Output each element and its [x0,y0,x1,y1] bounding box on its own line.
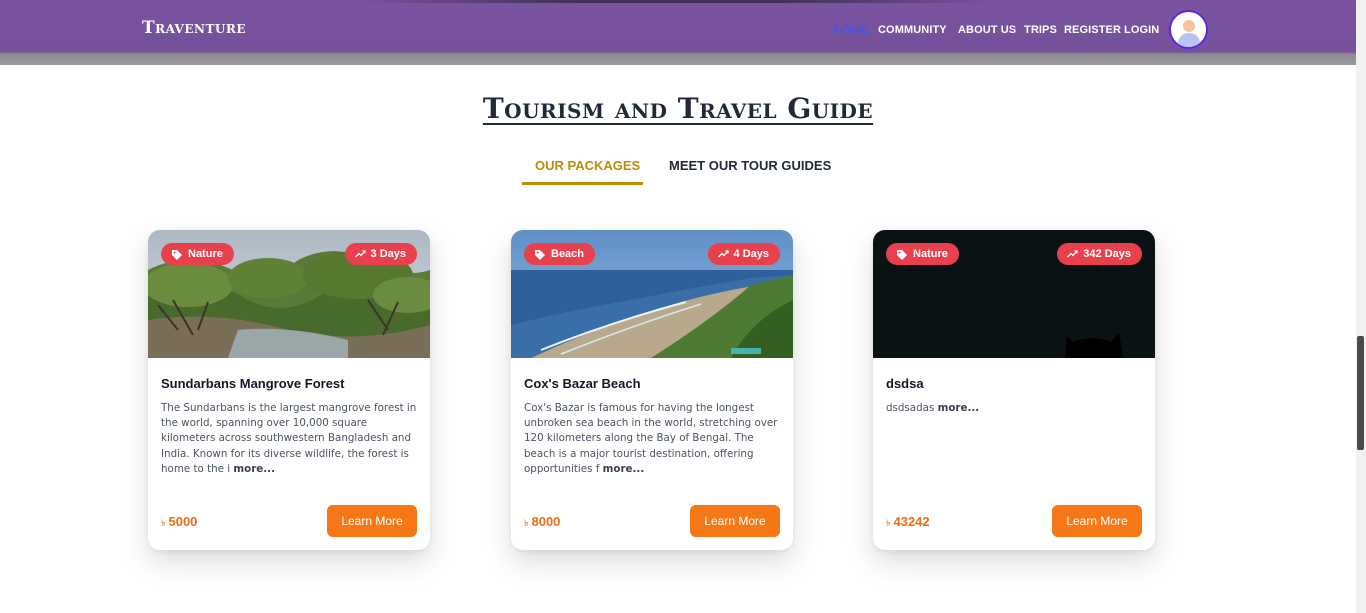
price-value: 8000 [531,514,561,529]
nav-link-register[interactable]: REGISTER [1064,24,1121,36]
package-description-text: dsdsadas [886,402,935,414]
package-price: ৳ 5000 [161,514,197,531]
tag-icon [535,250,545,260]
package-title[interactable]: Cox's Bazar Beach [524,376,641,391]
learn-more-button[interactable]: Learn More [1052,505,1142,537]
category-label: Nature [188,248,223,260]
nav-link-about-us[interactable]: ABOUT US [958,24,1016,36]
trending-up-icon [1067,250,1078,258]
tab-meet-our-tour-guides[interactable]: MEET OUR TOUR GUIDES [669,158,831,173]
package-card: Beach 4 Days Cox's Bazar Beach Cox's Baz… [511,230,793,550]
package-description: The Sundarbans is the largest mangrove f… [161,401,419,477]
duration-label: 4 Days [733,248,769,260]
scrollbar-thumb[interactable] [1357,336,1364,450]
learn-more-button[interactable]: Learn More [690,505,780,537]
trending-up-icon [717,250,729,258]
duration-badge: 342 Days [1057,243,1142,265]
price-value: 43242 [893,514,930,529]
page-title-text: Tourism and Travel Guide [482,92,874,125]
package-price: ৳ 43242 [886,514,930,531]
package-card: Nature 342 Days dsdsa dsdsadas more... ৳… [873,230,1155,550]
currency-symbol: ৳ [161,518,166,528]
nav-link-home[interactable]: HOME [835,24,868,36]
duration-badge: 3 Days [344,243,417,265]
active-tab-indicator [522,182,643,185]
brand-logo[interactable]: Traventure [142,18,246,38]
package-description: Cox's Bazar is famous for having the lon… [524,401,782,477]
learn-more-button[interactable]: Learn More [327,505,417,537]
nav-link-community[interactable]: COMMUNITY [878,24,947,36]
more-link[interactable]: more... [938,402,980,414]
hero-image-edge [358,0,998,3]
duration-label: 3 Days [370,248,406,260]
avatar-head [1183,20,1195,32]
navbar: Traventure HOME COMMUNITY ABOUT US TRIPS… [0,0,1356,65]
package-description-text: Cox's Bazar is famous for having the lon… [524,402,778,475]
duration-label: 342 Days [1083,248,1131,260]
package-image-mangrove[interactable]: Nature 3 Days [148,230,430,358]
category-label: Beach [551,248,585,260]
more-link[interactable]: more... [603,463,645,475]
more-link[interactable]: more... [233,463,275,475]
category-badge: Nature [161,243,234,265]
category-badge: Beach [524,243,596,265]
avatar-body [1178,33,1200,47]
package-card: Nature 3 Days Sundarbans Mangrove Forest… [148,230,430,550]
tag-icon [172,250,182,260]
package-price: ৳ 8000 [524,514,560,531]
duration-badge: 4 Days [707,243,780,265]
tag-icon [897,250,907,260]
package-title[interactable]: Sundarbans Mangrove Forest [161,376,344,391]
category-badge: Nature [886,243,959,265]
trending-up-icon [354,250,366,258]
package-image-beach[interactable]: Beach 4 Days [511,230,793,358]
tab-our-packages[interactable]: OUR PACKAGES [535,158,640,173]
currency-symbol: ৳ [524,518,529,528]
currency-symbol: ৳ [886,518,891,528]
package-description-text: The Sundarbans is the largest mangrove f… [161,402,417,475]
page-scrollbar[interactable] [1356,0,1366,613]
price-value: 5000 [168,514,198,529]
nav-link-trips[interactable]: TRIPS [1024,24,1057,36]
package-title[interactable]: dsdsa [886,376,924,391]
package-image-dark[interactable]: Nature 342 Days [873,230,1155,358]
nav-link-login[interactable]: LOGIN [1124,24,1159,36]
next-section-heading-cutoff [0,602,1356,613]
package-description: dsdsadas more... [886,401,1144,416]
category-label: Nature [913,248,948,260]
user-avatar-icon[interactable] [1169,10,1208,49]
page-title: Tourism and Travel Guide [0,92,1356,125]
